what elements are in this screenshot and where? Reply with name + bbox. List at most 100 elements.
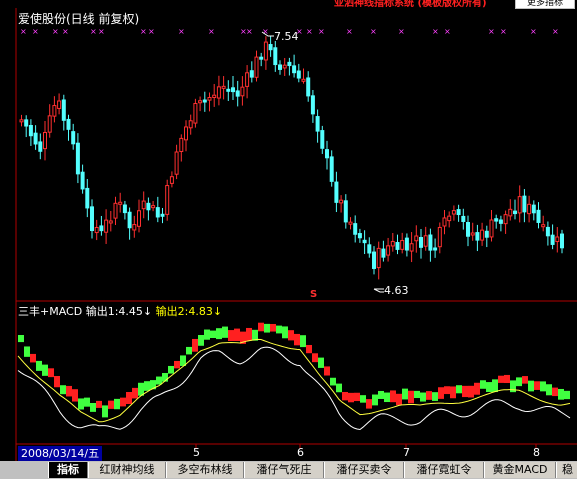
- indicator-bar: [90, 403, 96, 412]
- tab-bollinger[interactable]: 多空布林线: [166, 462, 244, 478]
- candle-body: [249, 70, 254, 78]
- tab-indicator[interactable]: 指标: [48, 462, 88, 478]
- candle-body: [498, 219, 503, 224]
- candle-body: [94, 226, 99, 234]
- indicator-bar: [282, 326, 288, 339]
- indicator-bar: [366, 399, 372, 409]
- tab-panzai-nhl[interactable]: 潘仔霓虹令: [404, 462, 484, 478]
- signal-mark-icon: ×: [140, 27, 147, 36]
- signal-mark-icon: ×: [488, 27, 495, 36]
- candle-body: [513, 210, 517, 215]
- candle-body: [489, 219, 494, 238]
- candle-body: [475, 232, 480, 241]
- indicator-bar: [156, 376, 162, 385]
- indicator-bar: [546, 384, 552, 396]
- indicator-bar: [324, 366, 330, 376]
- tab-more[interactable]: 稳: [556, 462, 577, 478]
- indicator-bar: [84, 397, 90, 407]
- candle-body: [179, 137, 184, 152]
- indicator-bar: [318, 357, 324, 368]
- signal-mark-icon: ×: [500, 27, 507, 36]
- indicator-bar: [258, 322, 264, 332]
- cursor-date: 2008/03/14/五: [18, 446, 103, 461]
- indicator-bar: [486, 382, 492, 392]
- candle-body: [254, 56, 259, 78]
- signal-mark-icon: ×: [148, 27, 155, 36]
- candle-body: [447, 215, 452, 222]
- candle-body: [137, 210, 141, 227]
- indicator-bar: [18, 335, 24, 343]
- candle-body: [235, 90, 240, 97]
- candle-body: [273, 47, 278, 66]
- candle-body: [132, 224, 137, 231]
- indicator-bar: [564, 390, 570, 400]
- signal-mark-icon: ×: [552, 27, 559, 36]
- candle-body: [372, 251, 376, 269]
- candle-body: [90, 206, 94, 232]
- indicator-bar: [498, 375, 504, 383]
- indicator-bar: [120, 397, 126, 407]
- candle-body: [320, 130, 325, 149]
- indicator-bar: [480, 380, 486, 389]
- indicator-bar: [132, 387, 138, 399]
- indicator-bar: [300, 335, 306, 348]
- indicator-bar: [288, 330, 294, 341]
- month-label-7: 7: [403, 446, 410, 459]
- candle-body: [527, 203, 532, 215]
- chart-title: 爱使股份(日线 前复权): [18, 12, 140, 26]
- candle-body: [414, 235, 419, 242]
- candle-body: [226, 88, 231, 92]
- indicator-bar: [264, 323, 270, 333]
- indicator-bar: [330, 377, 336, 386]
- tab-red-wealth-ma[interactable]: 红财神均线: [88, 462, 166, 478]
- signal-mark-icon: ×: [432, 27, 439, 36]
- candle-body: [193, 102, 198, 124]
- indicator-bar: [312, 353, 318, 363]
- candle-body: [541, 224, 546, 228]
- indicator-bar: [552, 387, 558, 397]
- candle-body: [428, 234, 433, 251]
- candle-body: [419, 237, 423, 248]
- indicator-bar: [462, 385, 468, 398]
- candle-body: [113, 202, 118, 219]
- indicator-bar: [348, 392, 354, 403]
- indicator-bar: [360, 395, 366, 403]
- tab-panzai-mml[interactable]: 潘仔买卖令: [324, 462, 404, 478]
- candle-body: [545, 226, 550, 237]
- indicator-bar: [54, 376, 60, 388]
- candle-body: [52, 105, 57, 117]
- tab-panzai-qsz[interactable]: 潘仔气死庄: [244, 462, 324, 478]
- indicator-name: 三丰+MACD: [18, 305, 83, 318]
- candle-body: [71, 131, 76, 145]
- indicator-output-2: 输出2:4.83: [155, 305, 213, 318]
- candle-body: [141, 200, 146, 210]
- indicator-bar: [114, 398, 120, 410]
- indicator-bar: [66, 385, 72, 397]
- chart-canvas[interactable]: × × × × × × × × × × × × × × × × × × × × × × × × ×: [0, 0, 577, 479]
- candle-body: [536, 209, 541, 223]
- candle-body: [184, 126, 188, 141]
- indicator-bar: [516, 377, 522, 387]
- signal-mark-icon: ×: [246, 27, 253, 36]
- candle-body: [517, 196, 522, 214]
- tab-gold-macd[interactable]: 黄金MACD: [484, 462, 556, 478]
- candle-body: [43, 132, 47, 150]
- signal-mark-icon: ×: [346, 27, 353, 36]
- candle-body: [278, 64, 282, 70]
- signal-mark-icon: ×: [306, 27, 313, 36]
- candle-body: [24, 119, 29, 127]
- signal-mark-icon: ×: [208, 27, 215, 36]
- candle-body: [263, 41, 268, 61]
- signal-mark-icon: ×: [370, 27, 377, 36]
- indicator-bar: [24, 346, 30, 357]
- candle-body: [315, 116, 320, 132]
- indicator-bar: [438, 387, 444, 399]
- stock-chart-window: —— · · · —— · · · —— —— · · —— · · · 亚泗神…: [0, 0, 577, 479]
- indicator-bar: [540, 381, 546, 392]
- candle-body: [231, 87, 235, 93]
- candle-body: [325, 149, 329, 159]
- indicator-bar: [216, 328, 222, 340]
- signal-mark-icon: ×: [444, 27, 451, 36]
- indicator-bar: [420, 392, 426, 402]
- indicator-bar: [246, 327, 252, 341]
